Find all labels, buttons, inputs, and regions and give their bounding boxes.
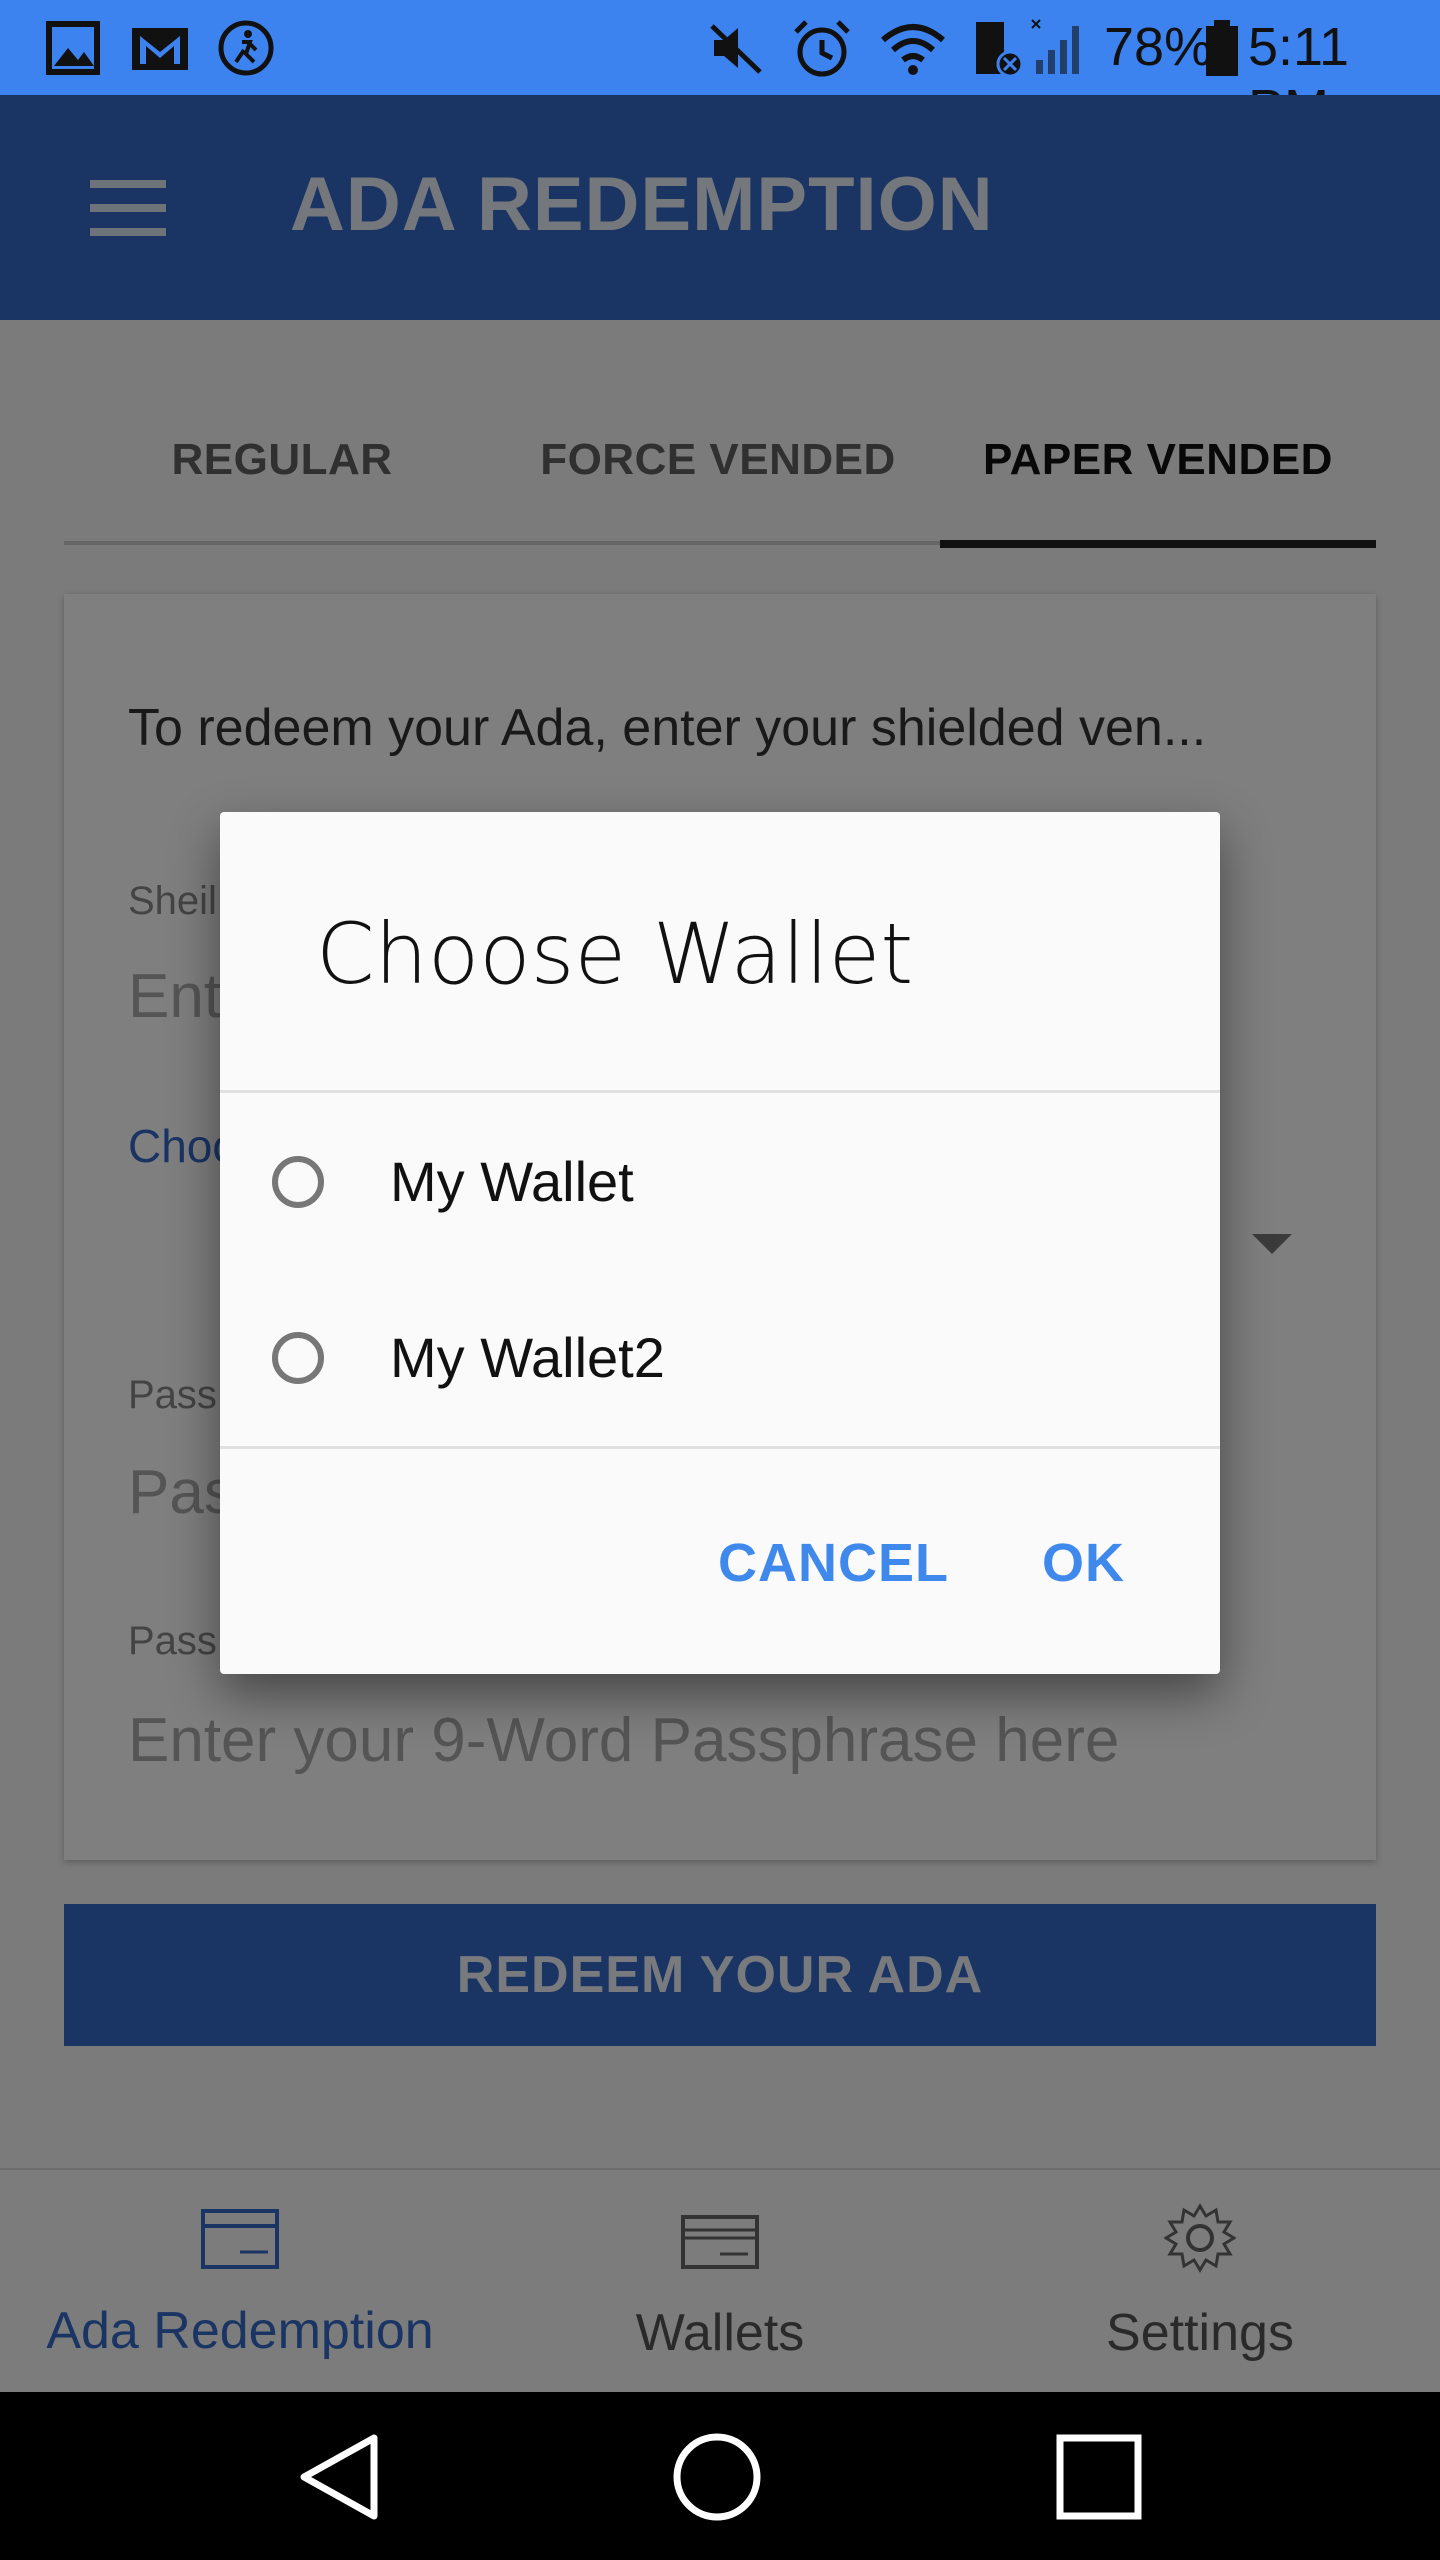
status-bar: 78% 5:11 PM xyxy=(0,0,1440,139)
wallet-option-my-wallet2[interactable]: My Wallet2 xyxy=(220,1282,1220,1442)
dialog-title: Choose Wallet xyxy=(316,905,914,1003)
signal-icon xyxy=(1031,19,1079,74)
sd-card-icon xyxy=(976,22,1024,78)
wifi-icon xyxy=(881,24,945,75)
home-icon[interactable] xyxy=(672,2432,762,2522)
dialog-divider-top xyxy=(220,1090,1220,1093)
wallet-option-label: My Wallet xyxy=(390,1150,634,1213)
gallery-icon xyxy=(46,21,100,75)
wallet-option-label: My Wallet2 xyxy=(390,1326,665,1389)
wallet-option-my-wallet[interactable]: My Wallet xyxy=(220,1106,1220,1266)
activity-icon xyxy=(218,20,274,76)
battery-percent: 78% xyxy=(1104,17,1213,77)
ok-button[interactable]: OK xyxy=(1042,1528,1125,1598)
choose-wallet-dialog: Choose Wallet My Wallet My Wallet2 CANCE… xyxy=(220,812,1220,1674)
back-icon[interactable] xyxy=(296,2432,382,2522)
system-nav-bar xyxy=(0,2392,1440,2560)
dialog-divider-bottom xyxy=(220,1446,1220,1449)
radio-button[interactable] xyxy=(272,1332,324,1384)
battery-icon xyxy=(1206,20,1238,76)
radio-button[interactable] xyxy=(272,1156,324,1208)
cancel-button[interactable]: CANCEL xyxy=(718,1528,949,1598)
alarm-icon xyxy=(794,20,850,77)
recents-icon[interactable] xyxy=(1056,2434,1142,2520)
gmail-icon xyxy=(132,28,188,70)
mute-icon xyxy=(710,24,762,74)
